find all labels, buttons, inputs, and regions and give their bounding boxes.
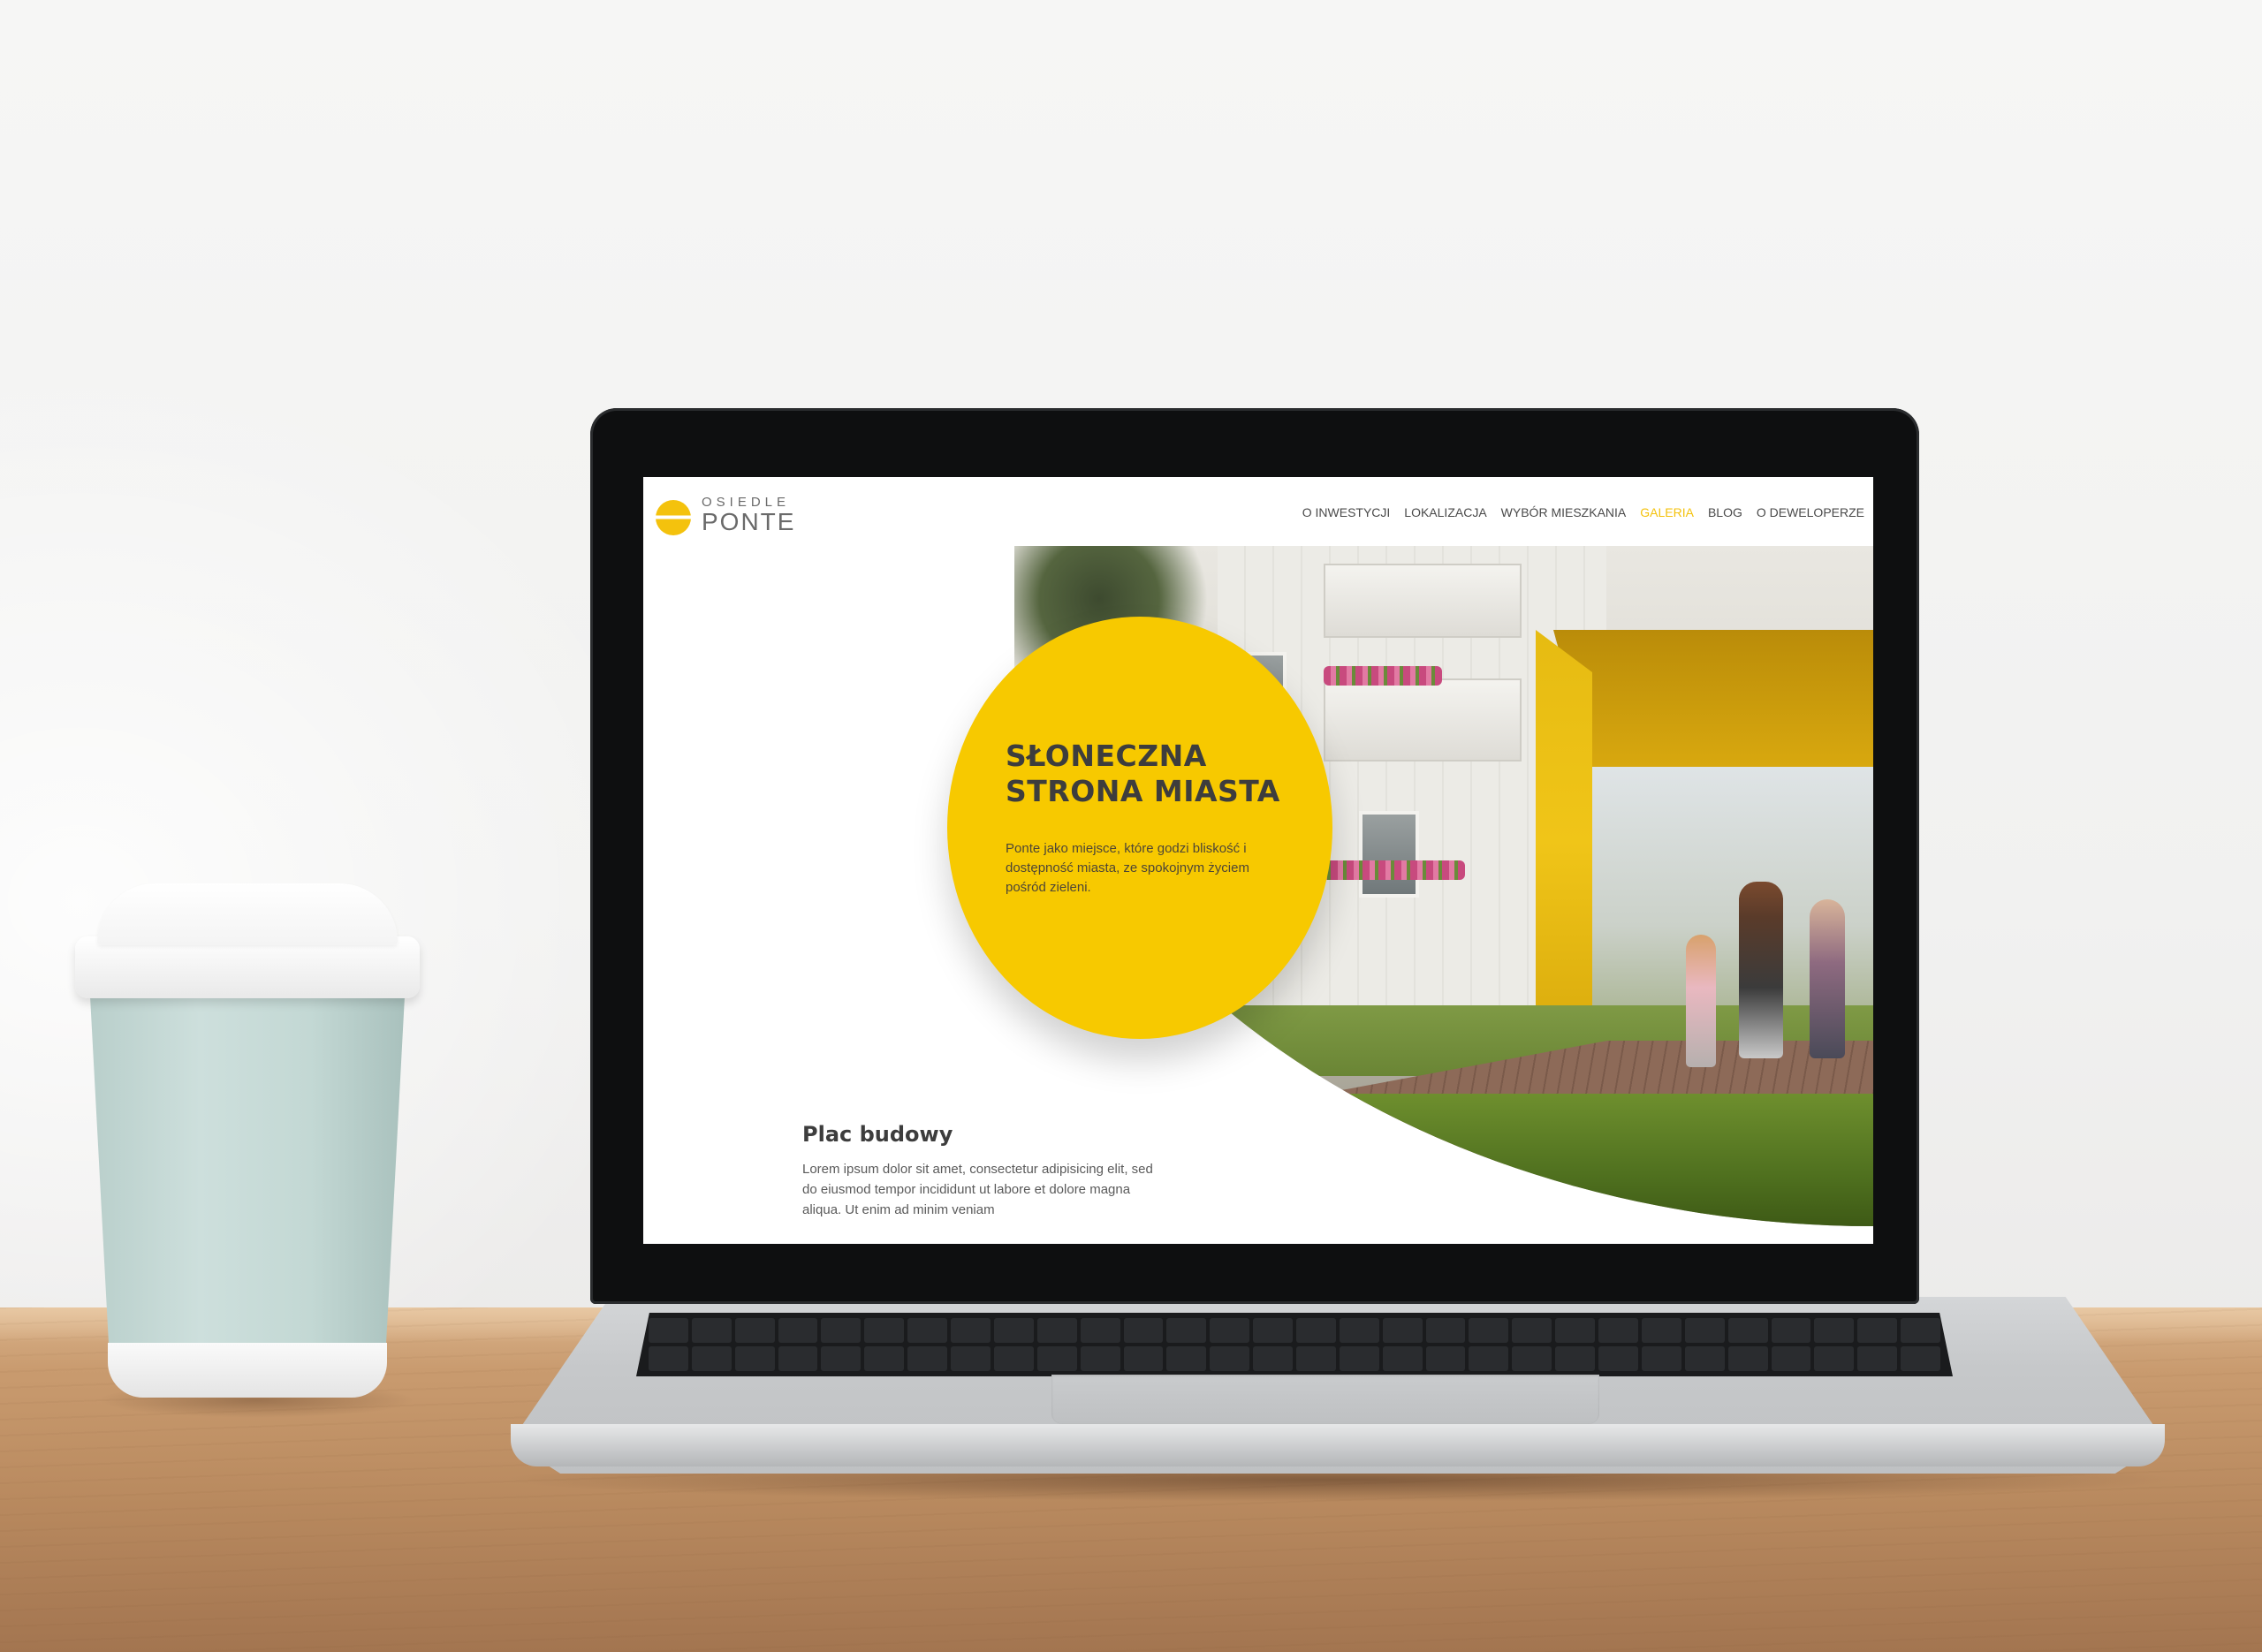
keyboard-key [1857,1346,1898,1371]
main-nav: O INWESTYCJI LOKALIZACJA WYBÓR MIESZKANI… [1302,505,1864,519]
logo-text-bottom: PONTE [702,508,796,535]
building-balcony [1324,678,1522,762]
keyboard-key [1814,1318,1855,1343]
keyboard-key [1080,1346,1120,1371]
nav-item-lokalizacja[interactable]: LOKALIZACJA [1404,505,1486,519]
keyboard-key [1036,1318,1077,1343]
nav-item-galeria[interactable]: GALERIA [1640,505,1694,519]
hero-title-line-1: SŁONECZNA [1006,739,1207,773]
person-figure [1810,899,1845,1058]
child-figure [1686,935,1716,1067]
keyboard-key [1814,1346,1855,1371]
keyboard-key [778,1318,818,1343]
keyboard-key [1512,1318,1552,1343]
keyboard-key [1857,1318,1898,1343]
keyboard-key [864,1346,905,1371]
keyboard-key [864,1318,905,1343]
keyboard-key [1166,1318,1207,1343]
laptop-base-front [511,1424,2165,1466]
keyboard-key [1080,1318,1120,1343]
keyboard-key [649,1346,688,1371]
coffee-cup [62,883,433,1418]
hero-circle: SŁONECZNA STRONA MIASTA Ponte jako miejs… [947,617,1332,1039]
keyboard-key [1901,1346,1940,1371]
keyboard-key [1425,1346,1466,1371]
keyboard-key [1469,1318,1509,1343]
laptop-screen: OSIEDLE PONTE O INWESTYCJI LOKALIZACJA W… [643,477,1873,1244]
keyboard-key [1641,1318,1681,1343]
keyboard-key [1382,1346,1423,1371]
keyboard-key [1123,1318,1164,1343]
keyboard-key [1598,1318,1638,1343]
nav-item-o-inwestycji[interactable]: O INWESTYCJI [1302,505,1391,519]
keyboard-key [1684,1346,1725,1371]
yellow-overhang [1553,630,1873,771]
keyboard-key [951,1318,991,1343]
keyboard-key [1210,1318,1250,1343]
keyboard-key [907,1318,948,1343]
keyboard-key [1036,1346,1077,1371]
yellow-wall [1536,630,1592,1054]
cup-bottom [108,1343,387,1398]
hero-title: SŁONECZNA STRONA MIASTA [1006,739,1297,809]
keyboard-key [691,1346,732,1371]
section-title: Plac budowy [802,1122,953,1147]
site-header: OSIEDLE PONTE O INWESTYCJI LOKALIZACJA W… [643,477,1873,548]
keyboard-key [1684,1318,1725,1343]
keyboard-key [1166,1346,1207,1371]
laptop-trackpad [1051,1375,1599,1424]
keyboard-key [1253,1318,1293,1343]
keyboard-key [1339,1318,1379,1343]
section-text: Lorem ipsum dolor sit amet, consectetur … [802,1162,1153,1217]
keyboard-key [993,1318,1034,1343]
cup-lid [97,883,398,945]
keyboard-key [778,1346,818,1371]
keyboard-key [1382,1318,1423,1343]
keyboard-key [1253,1346,1293,1371]
keyboard-key [1771,1318,1811,1343]
keyboard-key [1555,1346,1596,1371]
keyboard-key [821,1318,862,1343]
keyboard-key [1210,1346,1250,1371]
keyboard-key [1512,1346,1552,1371]
nav-item-blog[interactable]: BLOG [1708,505,1742,519]
keyboard-key [1123,1346,1164,1371]
keyboard-key [993,1346,1034,1371]
keyboard-key [1425,1318,1466,1343]
person-figure [1739,882,1783,1058]
sun-icon [656,500,691,535]
keyboard-key [734,1318,775,1343]
keyboard-key [1469,1346,1509,1371]
keyboard-key [1598,1346,1638,1371]
keyboard-key [1295,1318,1336,1343]
keyboard-key [734,1346,775,1371]
keyboard-key [821,1346,862,1371]
cup-lid-rim [75,936,420,998]
nav-item-wybor-mieszkania[interactable]: WYBÓR MIESZKANIA [1501,505,1627,519]
cup-sleeve [90,997,405,1350]
building-balcony [1324,564,1522,638]
keyboard-key [691,1318,732,1343]
keyboard-key [1727,1346,1768,1371]
nav-item-o-deweloperze[interactable]: O DEWELOPERZE [1757,505,1864,519]
site-logo[interactable]: OSIEDLE PONTE [656,489,815,535]
keyboard-key [1295,1346,1336,1371]
keyboard-key [1901,1318,1940,1343]
keyboard-key [907,1346,948,1371]
keyboard-key [1555,1318,1596,1343]
flower-box [1324,666,1442,686]
laptop-keyboard [636,1313,1953,1376]
keyboard-key [649,1318,688,1343]
building-window [1359,811,1419,898]
keyboard-key [1641,1346,1681,1371]
flower-box [1315,860,1465,880]
keyboard-key [1727,1318,1768,1343]
keyboard-key [1339,1346,1379,1371]
hero-description: Ponte jako miejsce, które godzi bliskość… [1006,841,1249,895]
hero-title-line-2: STRONA MIASTA [1006,774,1280,808]
keyboard-key [951,1346,991,1371]
keyboard-key [1771,1346,1811,1371]
